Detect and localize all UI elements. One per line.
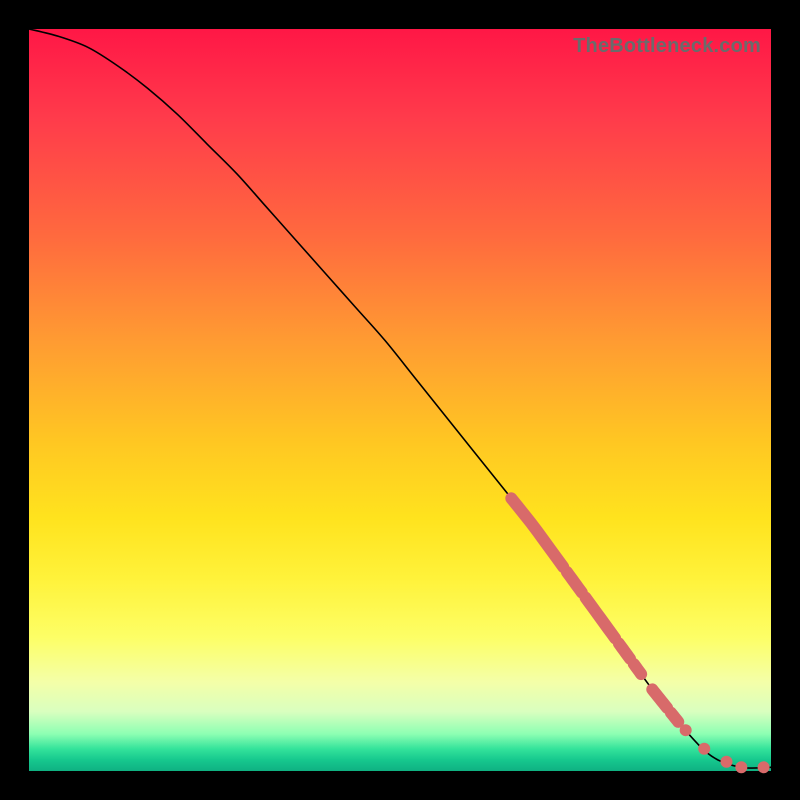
bottleneck-curve — [29, 29, 771, 768]
highlight-segment — [619, 643, 630, 658]
highlight-segment — [671, 713, 678, 722]
highlight-dot — [720, 756, 732, 768]
chart-svg — [29, 29, 771, 771]
highlight-dot — [680, 724, 692, 736]
highlight-segment — [511, 498, 563, 567]
highlight-segment — [586, 598, 616, 639]
highlight-dot — [735, 761, 747, 773]
highlight-markers — [511, 498, 769, 773]
highlight-dot — [698, 743, 710, 755]
highlight-dot — [758, 761, 770, 773]
highlight-segment — [652, 689, 667, 708]
plot-area: TheBottleneck.com — [29, 29, 771, 771]
chart-frame: TheBottleneck.com — [0, 0, 800, 800]
highlight-segment — [567, 572, 582, 592]
highlight-segment — [634, 664, 641, 674]
